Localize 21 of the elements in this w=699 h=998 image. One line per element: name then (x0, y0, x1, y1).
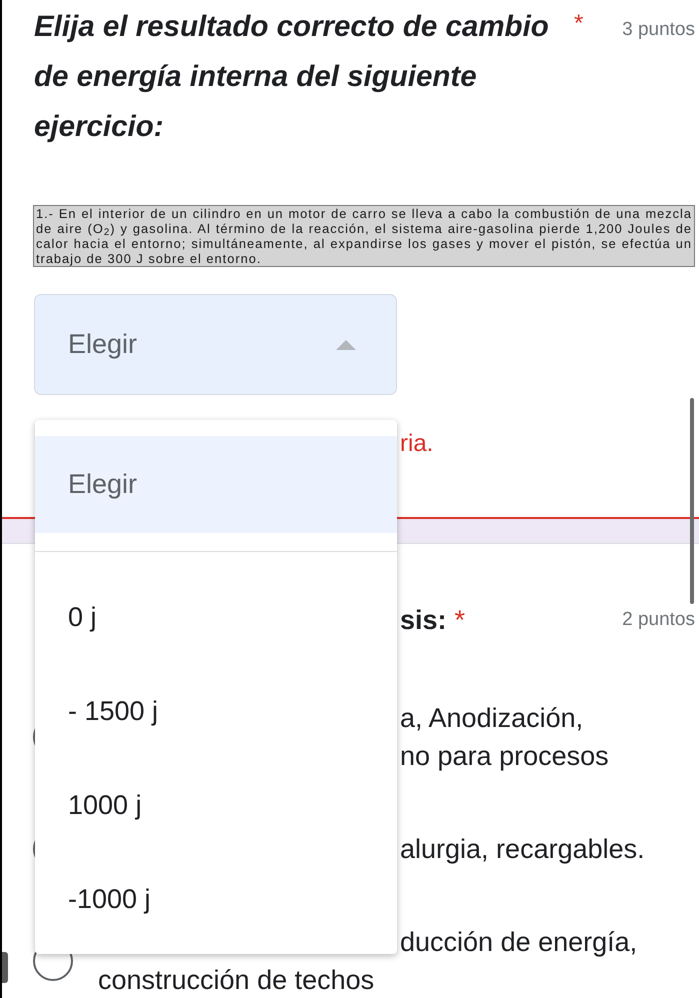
menu-option[interactable]: 1000 j (35, 758, 397, 852)
required-asterisk: * (454, 604, 466, 637)
required-asterisk: * (574, 9, 584, 39)
points-label: 2 puntos (622, 608, 695, 632)
edge-handle[interactable] (2, 952, 8, 983)
menu-option[interactable]: Elegir (35, 436, 397, 533)
menu-option[interactable]: -1000 j (35, 852, 397, 946)
option-label: no para procesos (400, 740, 609, 773)
option-label: alurgia, recargables. (400, 833, 645, 866)
error-message: ria. (400, 429, 434, 459)
menu-option[interactable]: - 1500 j (35, 664, 397, 758)
points-label: 3 puntos (622, 18, 695, 42)
dropdown-select[interactable]: Elegir (34, 294, 397, 395)
scrollbar-thumb[interactable] (690, 398, 694, 604)
option-label: construcción de techos (98, 964, 374, 997)
option-label: a, Anodización, (400, 702, 584, 735)
option-label: ducción de energía, (400, 926, 638, 959)
exercise-statement: 1.- En el interior de un cilindro en un motor de carro se lleva a cabo la combustión de una mezcla de aire (O$_{2}$) y gasolina. Al término de la reacción, el sistema aire-gasolina pierde 1,200 Joules de calor hacia el entorno; simultáneamente, al expandirse los gases y mover el pistón, se efectúa un trabajo de 300 J sobre el entorno. (33, 205, 695, 267)
question-title: sis: (400, 604, 447, 637)
menu-option[interactable]: 0 j (35, 570, 397, 664)
question-title: Elija el resultado correcto de cambio de energía interna del siguiente ejercicio: (34, 9, 550, 145)
